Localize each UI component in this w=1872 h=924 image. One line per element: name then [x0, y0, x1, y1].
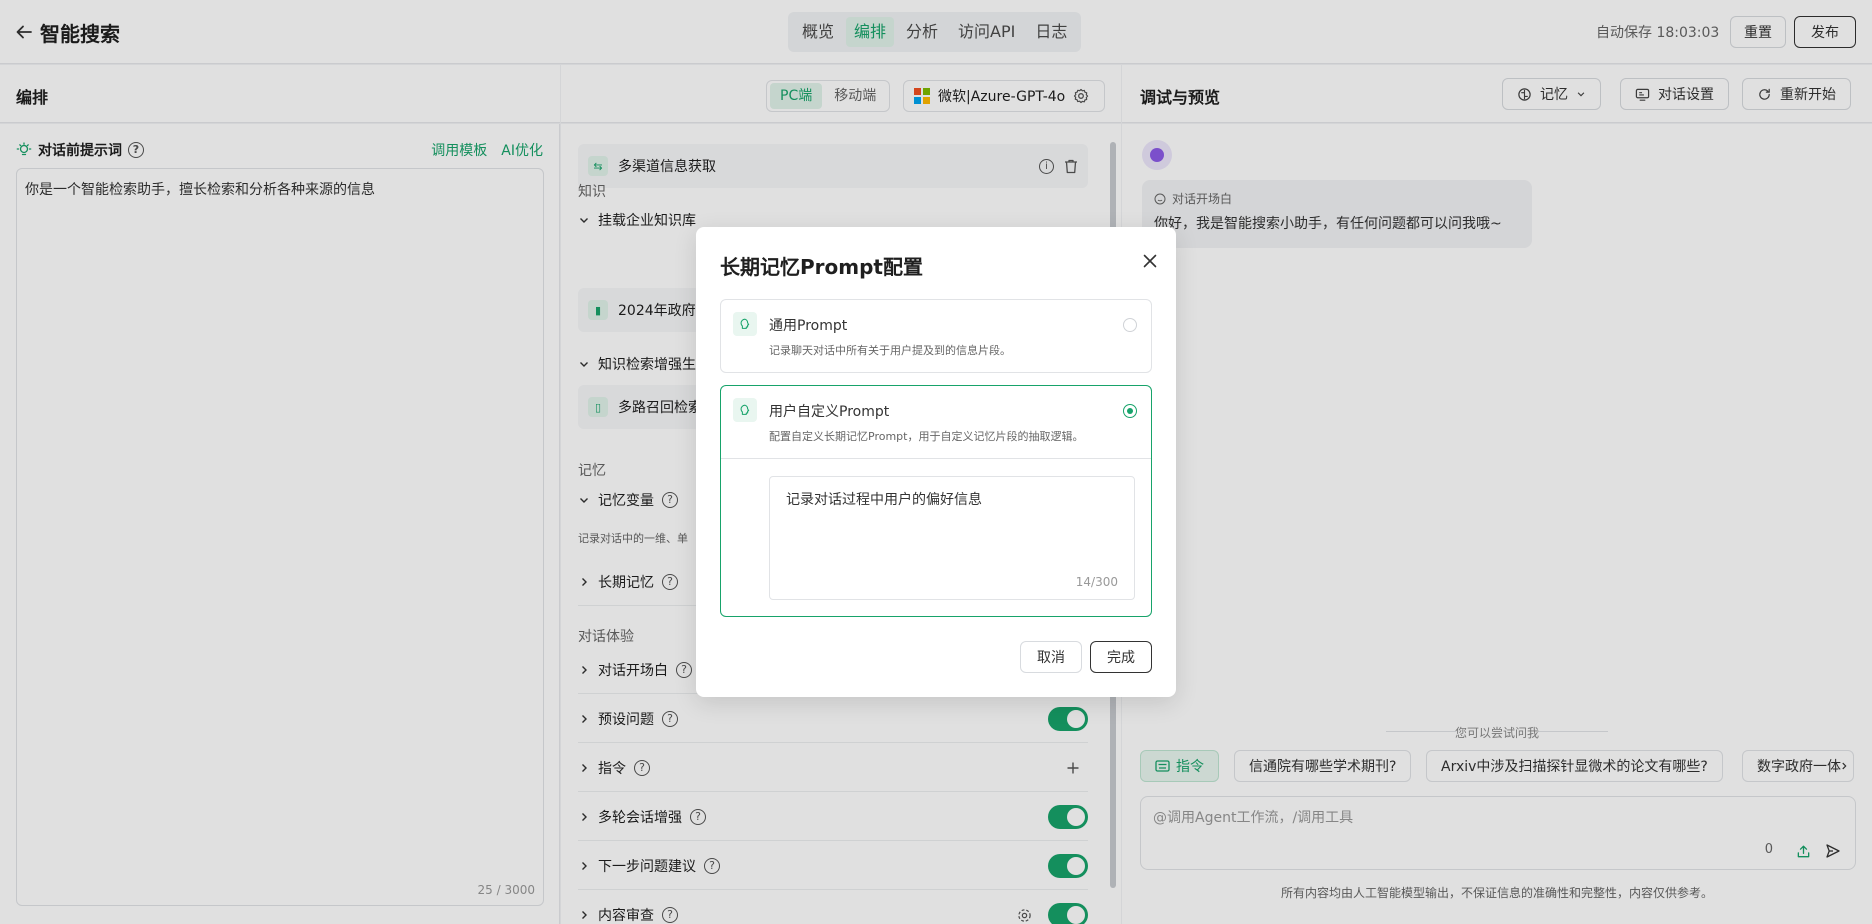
option-general-radio[interactable]	[1123, 318, 1137, 332]
custom-prompt-count: 14/300	[1075, 575, 1118, 589]
option-general-prompt[interactable]: 通用Prompt 记录聊天对话中所有关于用户提及到的信息片段。	[720, 299, 1152, 373]
option-divider	[721, 458, 1151, 459]
dialog-title: 长期记忆Prompt配置	[720, 255, 923, 279]
long-memory-prompt-dialog: 长期记忆Prompt配置 通用Prompt 记录聊天对话中所有关于用户提及到的信…	[696, 227, 1176, 697]
brain-icon	[733, 398, 757, 422]
custom-prompt-text: 记录对话过程中用户的偏好信息	[786, 492, 982, 508]
brain-icon	[733, 312, 757, 336]
option-custom-radio[interactable]	[1123, 404, 1137, 418]
option-custom-prompt[interactable]: 用户自定义Prompt 配置自定义长期记忆Prompt，用于自定义记忆片段的抽取…	[720, 385, 1152, 617]
close-icon[interactable]	[1142, 253, 1158, 269]
option-general-title: 通用Prompt	[769, 318, 848, 334]
confirm-button[interactable]: 完成	[1090, 641, 1152, 673]
option-general-desc: 记录聊天对话中所有关于用户提及到的信息片段。	[769, 344, 1011, 357]
option-custom-title: 用户自定义Prompt	[769, 404, 890, 420]
option-custom-desc: 配置自定义长期记忆Prompt，用于自定义记忆片段的抽取逻辑。	[769, 430, 1084, 443]
cancel-button[interactable]: 取消	[1020, 641, 1082, 673]
custom-prompt-textarea[interactable]: 记录对话过程中用户的偏好信息 14/300	[769, 476, 1135, 600]
